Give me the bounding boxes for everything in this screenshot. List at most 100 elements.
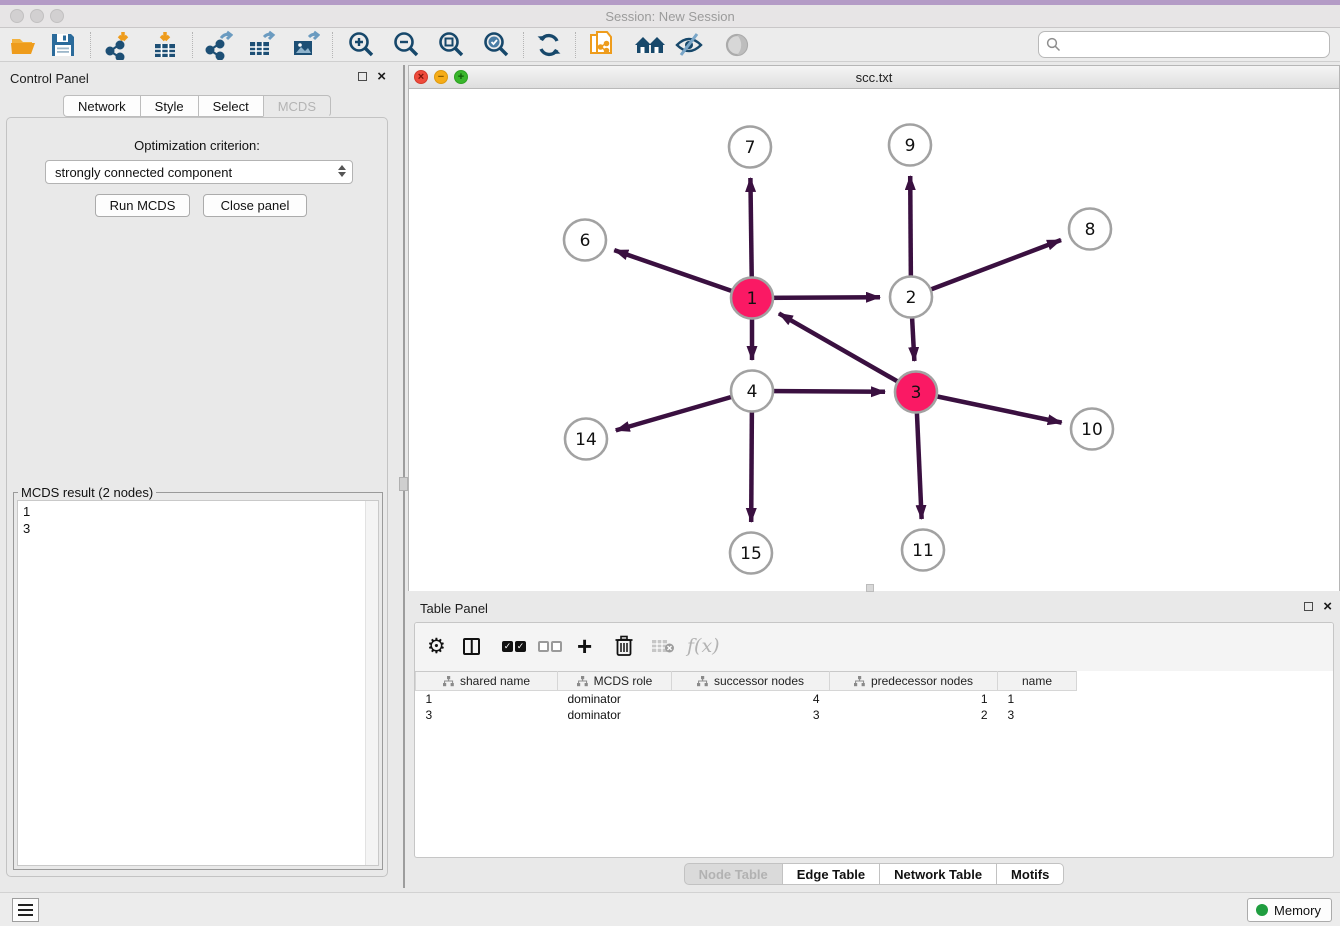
column-header-predecessor-nodes[interactable]: predecessor nodes	[830, 672, 998, 691]
status-bar: Memory	[0, 892, 1340, 926]
table-panel-header: Table Panel ×	[408, 595, 1340, 621]
table-cell[interactable]: 1	[416, 691, 558, 707]
apply-layout-button[interactable]	[532, 30, 566, 60]
tab-network-table[interactable]: Network Table	[879, 863, 996, 885]
node-7[interactable]: 7	[729, 127, 771, 168]
tab-select[interactable]: Select	[198, 95, 263, 117]
table-cell[interactable]: 1	[998, 691, 1077, 707]
export-image-icon	[290, 30, 320, 60]
zoom-selected-button[interactable]	[479, 30, 513, 60]
node-15[interactable]: 15	[730, 533, 772, 574]
network-canvas[interactable]: 7 9 6 8 1 2 4 3 14 10 15 11	[409, 89, 1339, 592]
node-4[interactable]: 4	[731, 371, 773, 412]
h-splitter-grip[interactable]	[866, 584, 874, 592]
open-session-button[interactable]	[6, 30, 40, 60]
table-header-row: shared nameMCDS rolesuccessor nodesprede…	[416, 672, 1335, 691]
table-cell[interactable]: dominator	[558, 707, 672, 723]
network-window-title: scc.txt	[409, 70, 1339, 85]
node-8[interactable]: 8	[1069, 209, 1111, 250]
toolbar-separator	[192, 32, 193, 58]
node-14[interactable]: 14	[565, 419, 607, 460]
node-label: 4	[747, 382, 758, 402]
edge-3-1[interactable]	[779, 313, 916, 392]
zoom-out-button[interactable]	[389, 30, 423, 60]
node-11[interactable]: 11	[902, 530, 944, 571]
node-label: 11	[912, 541, 934, 561]
node-9[interactable]: 9	[889, 125, 931, 166]
vertical-splitter[interactable]	[394, 65, 408, 888]
table-cell[interactable]: dominator	[558, 691, 672, 707]
tab-motifs[interactable]: Motifs	[996, 863, 1064, 885]
table-cell[interactable]: 3	[998, 707, 1077, 723]
tab-network[interactable]: Network	[63, 95, 140, 117]
export-table-button[interactable]	[244, 30, 278, 60]
trash-icon	[614, 635, 634, 657]
table-row[interactable]: 3dominator323	[416, 707, 1335, 723]
tab-edge-table[interactable]: Edge Table	[782, 863, 879, 885]
deselect-all-columns-button[interactable]	[537, 633, 563, 659]
export-network-button[interactable]	[201, 30, 235, 60]
search-input[interactable]	[1066, 35, 1329, 55]
zoom-in-button[interactable]	[344, 30, 378, 60]
column-settings-button[interactable]: ⚙	[427, 633, 446, 659]
toolbar-separator	[523, 32, 524, 58]
float-table-panel-icon[interactable]	[1304, 602, 1313, 611]
splitter-grip[interactable]	[399, 477, 408, 491]
node-1[interactable]: 1	[731, 278, 773, 319]
optimization-dropdown-value: strongly connected component	[55, 165, 232, 180]
mcds-result-textarea[interactable]: 1 3	[17, 500, 379, 866]
export-image-button[interactable]	[288, 30, 322, 60]
edge-3-10[interactable]	[916, 392, 1062, 423]
clone-network-button[interactable]	[585, 30, 619, 60]
memory-button[interactable]: Memory	[1247, 898, 1332, 922]
tab-mcds[interactable]: MCDS	[263, 95, 331, 117]
function-builder-button-disabled: f(x)	[687, 633, 720, 659]
eye-disabled-button[interactable]	[720, 30, 754, 60]
float-panel-icon[interactable]	[358, 72, 367, 81]
node-10[interactable]: 10	[1071, 409, 1113, 450]
column-header-shared-name[interactable]: shared name	[416, 672, 558, 691]
main-toolbar	[0, 28, 1340, 62]
zoom-selected-icon	[481, 30, 511, 60]
table-cell[interactable]: 2	[830, 707, 998, 723]
table-cell[interactable]: 3	[672, 707, 830, 723]
home-networks-button[interactable]	[633, 30, 667, 60]
result-scrollbar[interactable]	[365, 501, 378, 865]
save-icon	[50, 32, 76, 58]
tab-node-table[interactable]: Node Table	[684, 863, 782, 885]
optimization-dropdown[interactable]: strongly connected component	[45, 160, 353, 184]
import-network-button[interactable]	[101, 30, 135, 60]
network-graph[interactable]: 7 9 6 8 1 2 4 3 14 10 15 11	[409, 89, 1339, 592]
column-header-MCDS-role[interactable]: MCDS role	[558, 672, 672, 691]
save-session-button[interactable]	[46, 30, 80, 60]
node-6[interactable]: 6	[564, 220, 606, 261]
close-panel-icon[interactable]: ×	[377, 71, 386, 82]
run-mcds-button[interactable]: Run MCDS	[95, 194, 190, 217]
select-all-columns-button[interactable]: ✓✓	[501, 633, 527, 659]
edge-2-8[interactable]	[911, 240, 1061, 297]
tab-style[interactable]: Style	[140, 95, 198, 117]
split-columns-button[interactable]	[463, 633, 480, 659]
table-cell[interactable]: 3	[416, 707, 558, 723]
add-row-button[interactable]: +	[577, 633, 592, 659]
control-panel: Control Panel × NetworkStyleSelectMCDS O…	[0, 65, 394, 881]
mcds-result-title: MCDS result (2 nodes)	[18, 485, 156, 500]
control-panel-title: Control Panel	[10, 71, 89, 86]
import-table-button[interactable]	[148, 30, 182, 60]
hide-visualization-button[interactable]	[672, 30, 706, 60]
delete-row-button[interactable]	[614, 633, 634, 659]
column-header-name[interactable]: name	[998, 672, 1077, 691]
network-window-titlebar[interactable]: × − + scc.txt	[409, 66, 1339, 89]
clone-network-icon	[587, 30, 617, 60]
close-panel-button[interactable]: Close panel	[203, 194, 307, 217]
column-header-successor-nodes[interactable]: successor nodes	[672, 672, 830, 691]
table-row[interactable]: 1dominator411	[416, 691, 1335, 707]
table-cell[interactable]: 4	[672, 691, 830, 707]
table-cell[interactable]: 1	[830, 691, 998, 707]
close-table-panel-icon[interactable]: ×	[1323, 601, 1332, 612]
zoom-fit-button[interactable]	[434, 30, 468, 60]
task-history-button[interactable]	[12, 898, 39, 922]
node-table: shared nameMCDS rolesuccessor nodesprede…	[415, 671, 1334, 723]
node-3[interactable]: 3	[895, 372, 937, 413]
node-2[interactable]: 2	[890, 277, 932, 318]
